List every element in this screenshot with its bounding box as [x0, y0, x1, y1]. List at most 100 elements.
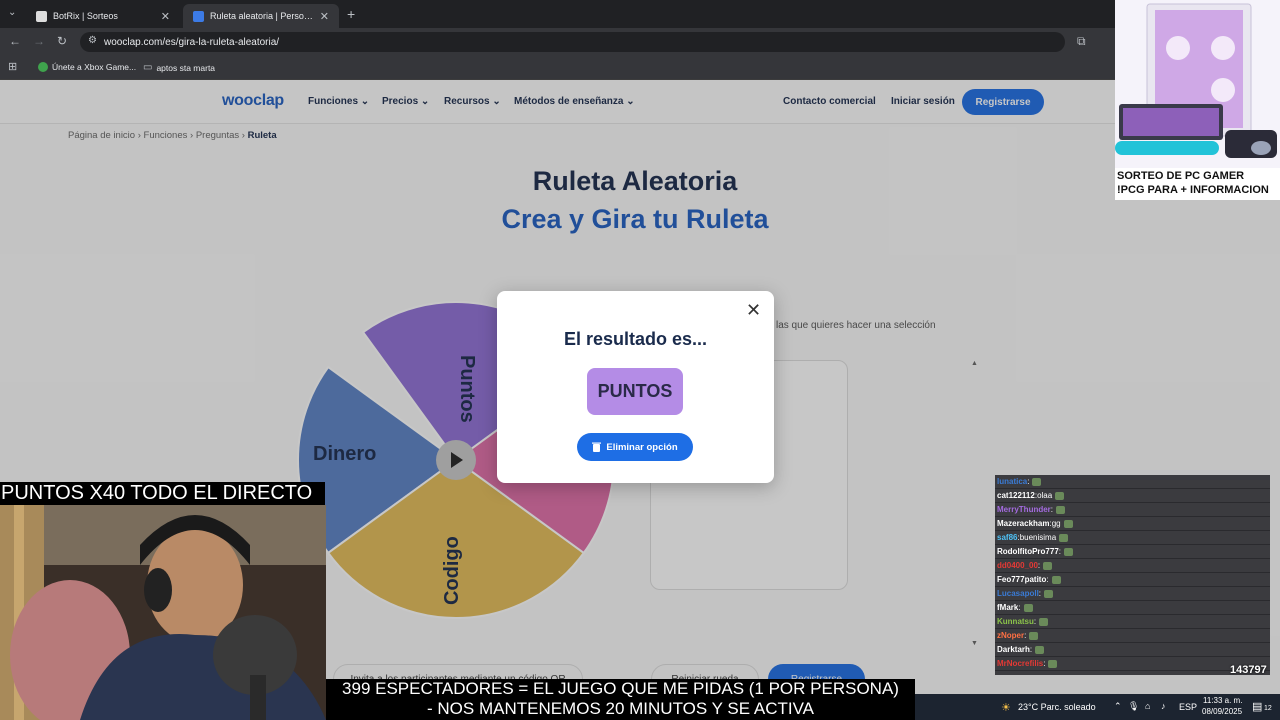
- chat-username[interactable]: cat122112: [997, 491, 1035, 500]
- weather-text[interactable]: 23°C Parc. soleado: [1018, 702, 1096, 712]
- wooclap-favicon-icon: [193, 10, 204, 22]
- chat-message: MerryThunder :: [995, 503, 1270, 517]
- new-tab-icon[interactable]: +: [347, 6, 355, 22]
- chat-username[interactable]: Kunnatsu: [997, 617, 1034, 626]
- chat-separator: :: [1018, 603, 1021, 612]
- chat-separator: :: [1037, 561, 1041, 570]
- gaming-pc-image: [1115, 0, 1280, 168]
- chat-username[interactable]: RodolfitoPro777: [997, 547, 1059, 556]
- chat-separator: :: [1024, 631, 1027, 640]
- result-value: PUNTOS: [587, 368, 683, 415]
- chat-message: dd0400_00 :: [995, 559, 1270, 573]
- bookmark-folder[interactable]: ▭ aptos sta marta: [143, 62, 215, 73]
- extensions-icon[interactable]: ⧉: [1077, 34, 1086, 49]
- botrix-favicon-icon: [36, 10, 47, 22]
- chat-separator: :: [1046, 575, 1049, 584]
- chat-emote-icon: [1044, 589, 1054, 598]
- delete-option-button[interactable]: Eliminar opción: [577, 433, 693, 461]
- clock-date[interactable]: 08/09/2025: [1202, 707, 1242, 716]
- bookmark-label: aptos sta marta: [156, 62, 216, 73]
- back-icon[interactable]: ←: [9, 34, 21, 48]
- chat-emote-icon: [1023, 603, 1033, 612]
- chat-text: olaa: [1037, 491, 1053, 500]
- bookmark-xbox[interactable]: Únete a Xbox Game...: [38, 62, 136, 72]
- weather-sun-icon: ☀: [1001, 702, 1011, 714]
- chat-separator: :: [1050, 505, 1054, 514]
- chat-emote-icon: [1035, 645, 1045, 654]
- modal-title: El resultado es...: [563, 329, 708, 349]
- chat-message: lunatica :: [995, 475, 1270, 489]
- chat-separator: :: [1058, 547, 1062, 556]
- chat-text: buenisima: [1019, 533, 1057, 542]
- chat-username[interactable]: zNoper: [997, 631, 1024, 640]
- clock-time[interactable]: 11:33 a. m.: [1203, 696, 1242, 705]
- notifications-icon[interactable]: ▤: [1252, 700, 1262, 713]
- promo-line-1: SORTEO DE PC GAMER: [1117, 170, 1245, 182]
- chat-message: Kunnatsu :: [995, 615, 1270, 629]
- chat-username[interactable]: MrNocrefilis: [997, 659, 1043, 668]
- chat-emote-icon: [1055, 491, 1065, 500]
- chat-message: Lucasapoll :: [995, 587, 1270, 601]
- chat-emote-icon: [1029, 631, 1039, 640]
- giveaway-promo: SORTEO DE PC GAMER !PCG PARA + INFORMACI…: [1115, 0, 1280, 200]
- network-icon[interactable]: ⌂: [1145, 701, 1150, 711]
- chat-message: Darktarh :: [995, 643, 1270, 657]
- tab-botrix[interactable]: BotRix | Sorteos ✕: [26, 4, 180, 28]
- reload-icon[interactable]: ↻: [57, 34, 67, 48]
- chat-message: Feo777patito :: [995, 573, 1270, 587]
- screen: ⌄ BotRix | Sorteos ✕ Ruleta aleatoria | …: [0, 0, 1280, 720]
- points-banner: PUNTOS X40 TODO EL DIRECTO: [0, 482, 325, 505]
- chat-username[interactable]: Darktarh: [997, 645, 1030, 654]
- site-info-icon[interactable]: ⚙: [88, 35, 97, 46]
- chat-message: zNoper :: [995, 629, 1270, 643]
- folder-icon: ▭: [143, 62, 153, 73]
- stream-caption: 399 ESPECTADORES = EL JUEGO QUE ME PIDAS…: [326, 679, 915, 720]
- address-bar[interactable]: ⚙ wooclap.com/es/gira-la-ruleta-aleatori…: [80, 32, 1065, 52]
- apps-grid-icon[interactable]: ⊞: [8, 60, 17, 73]
- viewer-count: 143797: [1230, 664, 1267, 676]
- chat-emote-icon: [1051, 575, 1061, 584]
- chat-emote-icon: [1059, 533, 1069, 542]
- chat-separator: :: [1027, 477, 1030, 486]
- tray-chevron-icon[interactable]: ⌃: [1114, 701, 1122, 712]
- chat-username[interactable]: Lucasapoll: [997, 589, 1039, 598]
- webcam-feed: [0, 505, 326, 720]
- tab-title: Ruleta aleatoria | Personaliza y: [210, 11, 314, 21]
- trash-icon: [592, 442, 602, 452]
- tab-title: BotRix | Sorteos: [53, 11, 118, 21]
- chat-message: Mazerackham : gg: [995, 517, 1270, 531]
- chat-message: cat122112 : olaa: [995, 489, 1270, 503]
- notification-count: 12: [1264, 705, 1272, 712]
- language-indicator[interactable]: ESP: [1179, 702, 1197, 712]
- tab-ruleta[interactable]: Ruleta aleatoria | Personaliza y ✕: [183, 4, 339, 28]
- tab-search-icon[interactable]: ⌄: [8, 7, 16, 18]
- chat-message: fMark :: [995, 601, 1270, 615]
- browser-tab-bar: ⌄ BotRix | Sorteos ✕ Ruleta aleatoria | …: [0, 0, 1280, 28]
- chat-username[interactable]: lunatica: [997, 477, 1027, 486]
- caption-line-1: 399 ESPECTADORES = EL JUEGO QUE ME PIDAS…: [342, 679, 899, 698]
- volume-icon[interactable]: ♪: [1161, 701, 1166, 711]
- chat-username[interactable]: fMark: [997, 603, 1018, 612]
- forward-icon[interactable]: →: [33, 34, 45, 48]
- close-tab-icon[interactable]: ✕: [320, 10, 329, 23]
- chat-username[interactable]: dd0400_00: [997, 561, 1038, 570]
- close-tab-icon[interactable]: ✕: [161, 10, 170, 23]
- chat-separator: :: [1043, 659, 1046, 668]
- chat-username[interactable]: MerryThunder: [997, 505, 1051, 514]
- chat-emote-icon: [1043, 561, 1053, 570]
- result-modal: ✕ El resultado es... PUNTOS Eliminar opc…: [497, 291, 774, 483]
- mic-icon[interactable]: 🎙: [1128, 701, 1139, 712]
- bookmark-label: Únete a Xbox Game...: [52, 62, 137, 72]
- chat-emote-icon: [1048, 659, 1058, 668]
- chat-separator: :: [1033, 617, 1037, 626]
- close-icon[interactable]: ✕: [746, 301, 761, 319]
- chat-emote-icon: [1063, 519, 1073, 528]
- chat-text: gg: [1051, 519, 1061, 528]
- chat-username[interactable]: Feo777patito: [997, 575, 1046, 584]
- url-text: wooclap.com/es/gira-la-ruleta-aleatoria/: [104, 36, 280, 48]
- xbox-icon: [38, 62, 48, 72]
- chat-username[interactable]: Mazerackham: [997, 519, 1049, 528]
- chat-username[interactable]: saf86: [997, 533, 1017, 542]
- chat-emote-icon: [1032, 477, 1042, 486]
- promo-line-2: !PCG PARA + INFORMACION: [1117, 184, 1269, 196]
